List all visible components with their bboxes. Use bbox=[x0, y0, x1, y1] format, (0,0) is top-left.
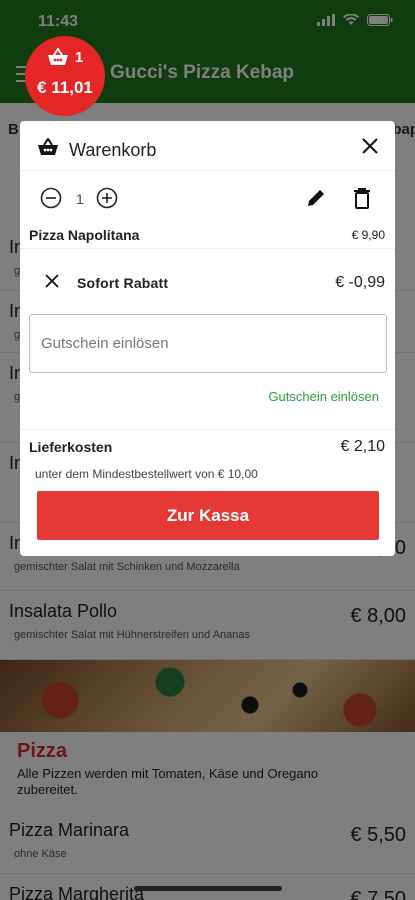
delivery-cost-value: € 2,10 bbox=[340, 438, 385, 455]
cart-total: € 11,01 bbox=[37, 78, 93, 97]
quantity-value: 1 bbox=[76, 191, 84, 207]
redeem-voucher-link[interactable]: Gutschein einlösen bbox=[268, 389, 379, 404]
quantity-stepper: 1 bbox=[20, 183, 395, 213]
cart-item-row: Pizza Napolitana € 9,90 bbox=[20, 221, 395, 249]
trash-icon[interactable] bbox=[353, 187, 371, 209]
basket-icon bbox=[38, 138, 58, 155]
home-indicator[interactable] bbox=[134, 886, 282, 891]
dialog-title: Warenkorb bbox=[69, 140, 157, 160]
voucher-input[interactable] bbox=[29, 314, 387, 373]
pencil-icon[interactable] bbox=[305, 187, 327, 209]
close-icon[interactable] bbox=[360, 136, 380, 156]
cart-dialog: Warenkorb 1 Pizza Napolitana € 9,90 Sofo… bbox=[20, 121, 395, 556]
minus-circle-icon[interactable] bbox=[40, 187, 62, 209]
divider bbox=[20, 429, 395, 430]
delivery-cost-label: Lieferkosten bbox=[29, 439, 113, 455]
cart-item-name: Pizza Napolitana bbox=[29, 227, 140, 243]
remove-discount-icon[interactable] bbox=[44, 273, 60, 289]
checkout-button[interactable]: Zur Kassa bbox=[37, 491, 379, 540]
plus-circle-icon[interactable] bbox=[96, 187, 118, 209]
minimum-order-note: unter dem Mindestbestellwert von € 10,00 bbox=[35, 467, 258, 481]
discount-value: € -0,99 bbox=[335, 274, 385, 291]
cart-item-price: € 9,90 bbox=[351, 228, 385, 242]
dialog-header: Warenkorb bbox=[20, 121, 395, 171]
cart-badge-button[interactable]: 1 € 11,01 bbox=[25, 36, 105, 116]
discount-row: Sofort Rabatt € -0,99 bbox=[20, 261, 395, 301]
discount-label: Sofort Rabatt bbox=[77, 275, 169, 291]
basket-icon bbox=[47, 48, 68, 65]
cart-count: 1 bbox=[74, 48, 84, 66]
